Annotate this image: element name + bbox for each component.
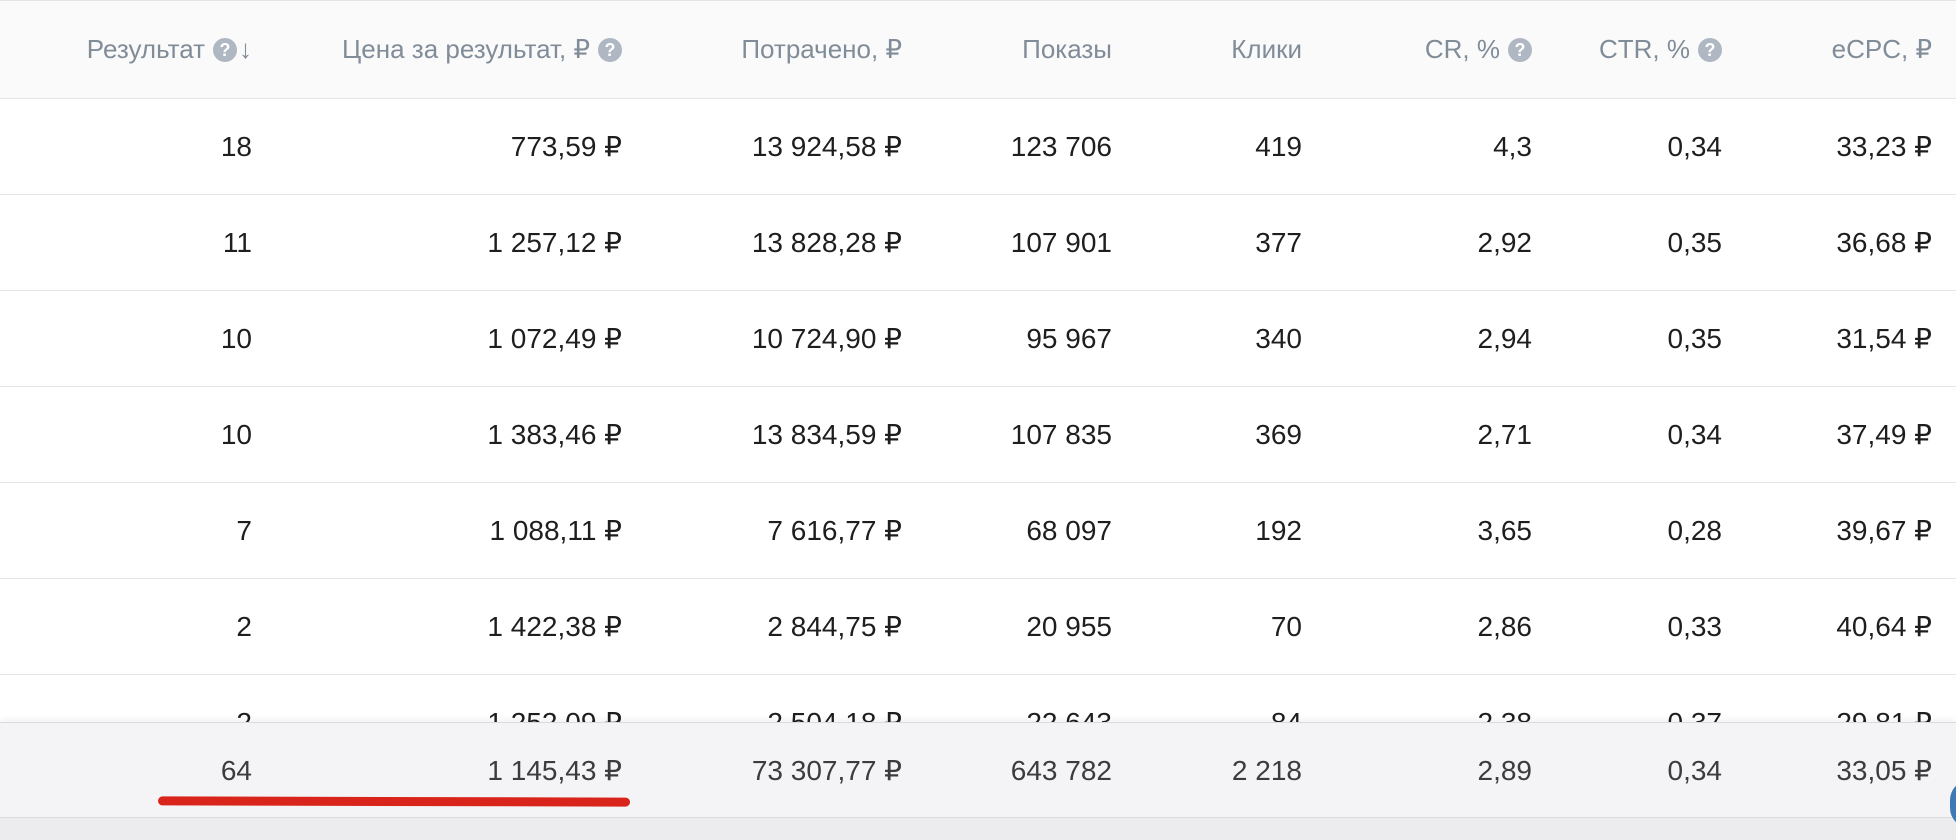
help-icon[interactable]: ? <box>598 37 622 62</box>
cell-impressions: 68 097 <box>1026 514 1112 546</box>
cell-result: 7 <box>236 514 252 546</box>
column-header-label: eCPC, ₽ <box>1831 34 1932 64</box>
total-clicks: 2 218 <box>1231 754 1302 786</box>
annotation-underline <box>157 796 631 807</box>
cell-result: 11 <box>222 226 252 258</box>
cell-spent: 13 924,58 ₽ <box>751 131 902 162</box>
cell-price: 1 088,11 ₽ <box>489 515 622 546</box>
column-header-label: Цена за результат, ₽ <box>342 34 590 64</box>
cell-clicks: 369 <box>1255 418 1302 450</box>
cell-ctr: 0,33 <box>1667 610 1723 642</box>
cell-result: 10 <box>220 418 252 450</box>
cell-ecpc: 36,68 ₽ <box>1836 227 1932 258</box>
cell-clicks: 377 <box>1255 226 1302 258</box>
cell-ctr: 0,35 <box>1667 226 1723 258</box>
cell-cr: 2,38 <box>1477 706 1533 724</box>
total-spent: 73 307,77 ₽ <box>751 755 902 786</box>
column-header-ecpc[interactable]: eCPC, ₽ <box>1722 1 1932 98</box>
cell-result: 18 <box>220 130 252 162</box>
cell-ctr: 0,35 <box>1667 322 1723 354</box>
cell-cr: 4,3 <box>1493 130 1532 162</box>
cell-clicks: 84 <box>1270 706 1302 724</box>
column-header-ctr[interactable]: CTR, % ? <box>1532 1 1722 98</box>
cell-spent: 13 828,28 ₽ <box>751 227 902 258</box>
cell-clicks: 70 <box>1270 610 1302 642</box>
table-row: 10 1 072,49 ₽ 10 724,90 ₽ 95 967 340 2,9… <box>0 291 1956 387</box>
column-header-label: Показы <box>1022 34 1112 64</box>
cell-impressions: 95 967 <box>1026 322 1112 354</box>
cell-result: 2 <box>236 610 252 642</box>
cell-result: 2 <box>236 706 252 724</box>
column-header-impressions[interactable]: Показы <box>902 1 1112 98</box>
column-header-result[interactable]: Результат ? ↓ <box>0 1 252 98</box>
cell-ecpc: 40,64 ₽ <box>1836 611 1932 642</box>
cell-spent: 2 504,18 ₽ <box>767 707 902 723</box>
cell-impressions: 107 835 <box>1010 418 1112 450</box>
total-impressions: 643 782 <box>1010 754 1112 786</box>
total-ctr: 0,34 <box>1667 754 1723 786</box>
cell-impressions: 22 643 <box>1026 706 1112 724</box>
table-row: 2 1 422,38 ₽ 2 844,75 ₽ 20 955 70 2,86 0… <box>0 579 1956 675</box>
horizontal-scrollbar[interactable] <box>0 817 1956 840</box>
cell-ecpc: 31,54 ₽ <box>1836 323 1932 354</box>
column-header-label: Клики <box>1231 34 1302 64</box>
column-header-cr[interactable]: CR, % ? <box>1302 1 1532 98</box>
cell-cr: 3,65 <box>1477 514 1533 546</box>
cell-spent: 2 844,75 ₽ <box>767 611 902 642</box>
table-row: 11 1 257,12 ₽ 13 828,28 ₽ 107 901 377 2,… <box>0 195 1956 291</box>
cell-cr: 2,86 <box>1477 610 1533 642</box>
cell-spent: 7 616,77 ₽ <box>767 515 902 546</box>
table-header: Результат ? ↓ Цена за результат, ₽ ? Пот… <box>0 0 1956 99</box>
cell-cr: 2,71 <box>1477 418 1533 450</box>
column-header-label: CTR, % <box>1599 34 1690 64</box>
cell-price: 1 072,49 ₽ <box>487 323 622 354</box>
cell-price: 773,59 ₽ <box>510 131 622 162</box>
cell-clicks: 419 <box>1255 130 1302 162</box>
cell-ctr: 0,37 <box>1667 706 1723 724</box>
cell-cr: 2,94 <box>1477 322 1533 354</box>
column-header-price-per-result[interactable]: Цена за результат, ₽ ? <box>252 1 622 98</box>
table-row: 2 1 252,09 ₽ 2 504,18 ₽ 22 643 84 2,38 0… <box>0 675 1956 724</box>
column-header-label: CR, % <box>1424 34 1500 64</box>
cell-ecpc: 33,23 ₽ <box>1836 131 1932 162</box>
cell-ctr: 0,34 <box>1667 418 1723 450</box>
cell-spent: 13 834,59 ₽ <box>751 419 902 450</box>
table-row: 7 1 088,11 ₽ 7 616,77 ₽ 68 097 192 3,65 … <box>0 483 1956 579</box>
column-header-clicks[interactable]: Клики <box>1112 1 1302 98</box>
cell-result: 10 <box>220 322 252 354</box>
table-row: 10 1 383,46 ₽ 13 834,59 ₽ 107 835 369 2,… <box>0 387 1956 483</box>
cell-clicks: 340 <box>1255 322 1302 354</box>
column-header-label: Результат <box>86 34 205 64</box>
cell-ctr: 0,34 <box>1667 130 1723 162</box>
cell-ecpc: 29,81 ₽ <box>1836 707 1932 723</box>
cell-price: 1 422,38 ₽ <box>487 611 622 642</box>
stats-table: Результат ? ↓ Цена за результат, ₽ ? Пот… <box>0 0 1956 723</box>
total-ecpc: 33,05 ₽ <box>1836 755 1932 786</box>
cell-impressions: 123 706 <box>1010 130 1112 162</box>
cell-price: 1 257,12 ₽ <box>487 227 622 258</box>
cell-cr: 2,92 <box>1477 226 1533 258</box>
total-cr: 2,89 <box>1477 754 1533 786</box>
cell-clicks: 192 <box>1255 514 1302 546</box>
cell-ctr: 0,28 <box>1667 514 1723 546</box>
cell-spent: 10 724,90 ₽ <box>751 323 902 354</box>
cell-price: 1 252,09 ₽ <box>487 707 622 723</box>
column-header-label: Потрачено, ₽ <box>741 34 902 64</box>
table-row: 18 773,59 ₽ 13 924,58 ₽ 123 706 419 4,3 … <box>0 99 1956 195</box>
column-header-spent[interactable]: Потрачено, ₽ <box>622 1 902 98</box>
help-icon[interactable]: ? <box>213 37 237 62</box>
cell-ecpc: 37,49 ₽ <box>1836 419 1932 450</box>
help-icon[interactable]: ? <box>1508 37 1532 62</box>
help-icon[interactable]: ? <box>1698 37 1722 62</box>
cell-price: 1 383,46 ₽ <box>487 419 622 450</box>
sort-desc-icon[interactable]: ↓ <box>239 34 252 65</box>
cell-impressions: 107 901 <box>1010 226 1112 258</box>
cell-ecpc: 39,67 ₽ <box>1836 515 1932 546</box>
cell-impressions: 20 955 <box>1026 610 1112 642</box>
stats-page: Результат ? ↓ Цена за результат, ₽ ? Пот… <box>0 0 1956 840</box>
